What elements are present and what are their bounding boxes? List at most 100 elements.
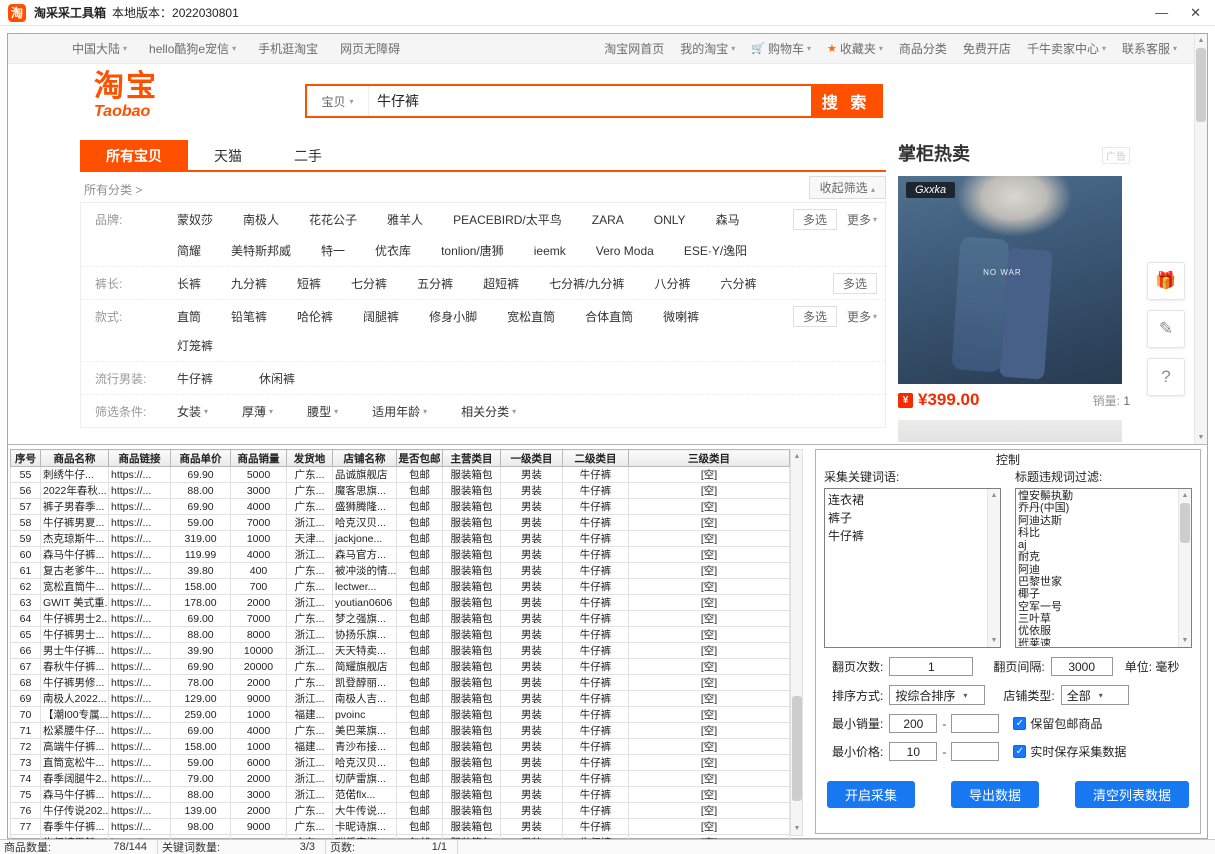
filter-word-item[interactable]: 惶安鬃执勤 [1018, 490, 1177, 502]
filter-word-item[interactable]: aj [1018, 539, 1177, 551]
scroll-down-icon[interactable]: ▼ [988, 634, 1000, 647]
table-row[interactable]: 72 高端牛仔裤... https://... 158.00 1000 福建..… [11, 739, 790, 755]
table-header-cell[interactable]: 店铺名称 [333, 450, 397, 467]
nav-seller-center[interactable]: 千牛卖家中心▾ [1027, 40, 1106, 57]
table-header-cell[interactable]: 是否包邮 [397, 450, 443, 467]
table-row[interactable]: 69 南极人2022... https://... 129.00 9000 浙江… [11, 691, 790, 707]
scroll-up-icon[interactable]: ▲ [1179, 489, 1191, 502]
filter-option[interactable]: 蒙奴莎 [177, 211, 213, 228]
table-header-cell[interactable]: 商品链接 [109, 450, 171, 467]
shop-type-select[interactable]: 全部▾ [1061, 685, 1129, 705]
filter-option[interactable]: ZARA [592, 211, 624, 228]
table-row[interactable]: 67 春秋牛仔裤... https://... 69.90 20000 广东..… [11, 659, 790, 675]
max-price-input[interactable] [951, 742, 999, 761]
scrollbar-thumb[interactable] [1180, 503, 1190, 543]
multi-select-button[interactable]: 多选 [793, 209, 837, 230]
min-price-input[interactable] [889, 742, 937, 761]
filter-option[interactable]: 超短裤 [483, 275, 519, 292]
filter-option[interactable]: 八分裤 [654, 275, 690, 292]
table-row[interactable]: 61 复古老爹牛... https://... 39.80 400 广东... … [11, 563, 790, 579]
start-collect-button[interactable]: 开启采集 [827, 781, 915, 808]
filter-option[interactable]: 七分裤/九分裤 [549, 275, 624, 292]
table-row[interactable]: 59 杰克琼斯牛... https://... 319.00 1000 天津..… [11, 531, 790, 547]
tab-tmall[interactable]: 天猫 [188, 140, 268, 170]
table-header-cell[interactable]: 主营类目 [443, 450, 501, 467]
table-header-cell[interactable]: 商品销量 [231, 450, 287, 467]
filter-word-item[interactable]: 优依服 [1018, 625, 1177, 637]
table-header-cell[interactable]: 序号 [11, 450, 41, 467]
table-row[interactable]: 57 裤子男春季... https://... 69.90 4000 广东...… [11, 499, 790, 515]
collapse-filters-button[interactable]: 收起筛选 ▴ [809, 176, 886, 199]
filter-dropdown[interactable]: 腰型▾ [307, 403, 338, 420]
nav-region[interactable]: 中国大陆▾ [72, 40, 127, 57]
filter-option[interactable]: 森马 [716, 211, 740, 228]
table-row[interactable]: 77 春季牛仔裤... https://... 98.00 9000 广东...… [11, 819, 790, 835]
table-header-cell[interactable]: 发货地 [287, 450, 333, 467]
table-scrollbar[interactable]: ▲ ▼ [790, 449, 803, 836]
table-row[interactable]: 65 牛仔裤男士... https://... 88.00 8000 浙江...… [11, 627, 790, 643]
filter-option[interactable]: ESE·Y/逸阳 [684, 242, 747, 259]
filter-dropdown[interactable]: 女装▾ [177, 403, 208, 420]
sort-select[interactable]: 按综合排序▾ [889, 685, 985, 705]
filter-option[interactable]: 修身小脚 [429, 308, 477, 325]
filter-option[interactable]: 九分裤 [231, 275, 267, 292]
scroll-up-icon[interactable]: ▲ [791, 450, 803, 463]
filter-word-item[interactable]: 阿迪达斯 [1018, 515, 1177, 527]
filter-option[interactable]: 雅羊人 [387, 211, 423, 228]
filter-option[interactable]: 灯笼裤 [177, 337, 213, 354]
filter-option[interactable]: 铅笔裤 [231, 308, 267, 325]
filter-word-item[interactable]: 三叶草 [1018, 613, 1177, 625]
nav-cart[interactable]: 🛒购物车▾ [751, 40, 811, 57]
pencil-icon[interactable]: ✎ [1147, 310, 1185, 348]
nav-mobile-taobao[interactable]: 手机逛淘宝 [258, 40, 318, 57]
filter-option[interactable]: 牛仔裤 [177, 370, 213, 387]
filter-word-item[interactable]: 玳莱速 [1018, 638, 1177, 646]
filter-word-item[interactable]: 巴黎世家 [1018, 576, 1177, 588]
table-row[interactable]: 73 直筒宽松牛... https://... 59.00 6000 浙江...… [11, 755, 790, 771]
filter-dropdown[interactable]: 厚薄▾ [242, 403, 273, 420]
filter-option[interactable]: 特一 [321, 242, 345, 259]
nav-account[interactable]: hello酷狗e宠信▾ [149, 40, 236, 57]
filter-option[interactable]: 六分裤 [720, 275, 756, 292]
table-row[interactable]: 55 刺绣牛仔... https://... 69.90 5000 广东... … [11, 467, 790, 483]
table-row[interactable]: 56 2022年春秋... https://... 88.00 3000 广东.… [11, 483, 790, 499]
table-row[interactable]: 75 森马牛仔裤... https://... 88.00 3000 浙江...… [11, 787, 790, 803]
filter-option[interactable]: 花花公子 [309, 211, 357, 228]
help-icon[interactable]: ? [1147, 358, 1185, 396]
filter-option[interactable]: 合体直筒 [585, 308, 633, 325]
breadcrumb[interactable]: 所有分类 > [84, 181, 142, 198]
nav-favorites[interactable]: ★收藏夹▾ [827, 40, 883, 57]
table-row[interactable]: 76 牛仔传说202... https://... 139.00 2000 广东… [11, 803, 790, 819]
filter-option[interactable]: 简耀 [177, 242, 201, 259]
keywords-scrollbar[interactable]: ▲ ▼ [987, 489, 1000, 647]
filter-option[interactable]: ONLY [654, 211, 686, 228]
scroll-down-icon[interactable]: ▼ [1179, 634, 1191, 647]
filter-dropdown[interactable]: 适用年龄▾ [372, 403, 427, 420]
filter-option[interactable]: 哈伦裤 [297, 308, 333, 325]
scrollbar-thumb[interactable] [1196, 48, 1206, 122]
filter-option[interactable]: 五分裤 [417, 275, 453, 292]
close-button[interactable]: ✕ [1190, 3, 1201, 23]
table-header-cell[interactable]: 二级类目 [563, 450, 629, 467]
filter-word-item[interactable]: 乔丹(中国) [1018, 502, 1177, 514]
filter-word-item[interactable]: 空军一号 [1018, 601, 1177, 613]
nav-customer-service[interactable]: 联系客服▾ [1122, 40, 1177, 57]
taobao-logo[interactable]: 淘宝 Taobao [94, 72, 158, 120]
table-row[interactable]: 62 宽松直筒牛... https://... 158.00 700 广东...… [11, 579, 790, 595]
scrollbar-thumb[interactable] [792, 696, 802, 801]
keywords-textarea[interactable]: 连衣裙 裤子 牛仔裤 [825, 489, 987, 647]
page-interval-input[interactable] [1051, 657, 1113, 676]
nav-taobao-home[interactable]: 淘宝网首页 [604, 40, 664, 57]
table-row[interactable]: 70 【潮I00专属... https://... 259.00 1000 福建… [11, 707, 790, 723]
filter-option[interactable]: Vero Moda [596, 242, 654, 259]
filter-word-item[interactable]: 耐克 [1018, 551, 1177, 563]
clear-list-button[interactable]: 清空列表数据 [1075, 781, 1189, 808]
max-sales-input[interactable] [951, 714, 999, 733]
filter-option[interactable]: PEACEBIRD/太平鸟 [453, 211, 562, 228]
filter-option[interactable]: 七分裤 [351, 275, 387, 292]
export-data-button[interactable]: 导出数据 [951, 781, 1039, 808]
table-row[interactable]: 71 松紧腰牛仔... https://... 69.00 4000 广东...… [11, 723, 790, 739]
nav-my-taobao[interactable]: 我的淘宝▾ [680, 40, 735, 57]
filter-words-scrollbar[interactable]: ▲ ▼ [1178, 489, 1191, 647]
filter-dropdown[interactable]: 相关分类▾ [461, 403, 516, 420]
